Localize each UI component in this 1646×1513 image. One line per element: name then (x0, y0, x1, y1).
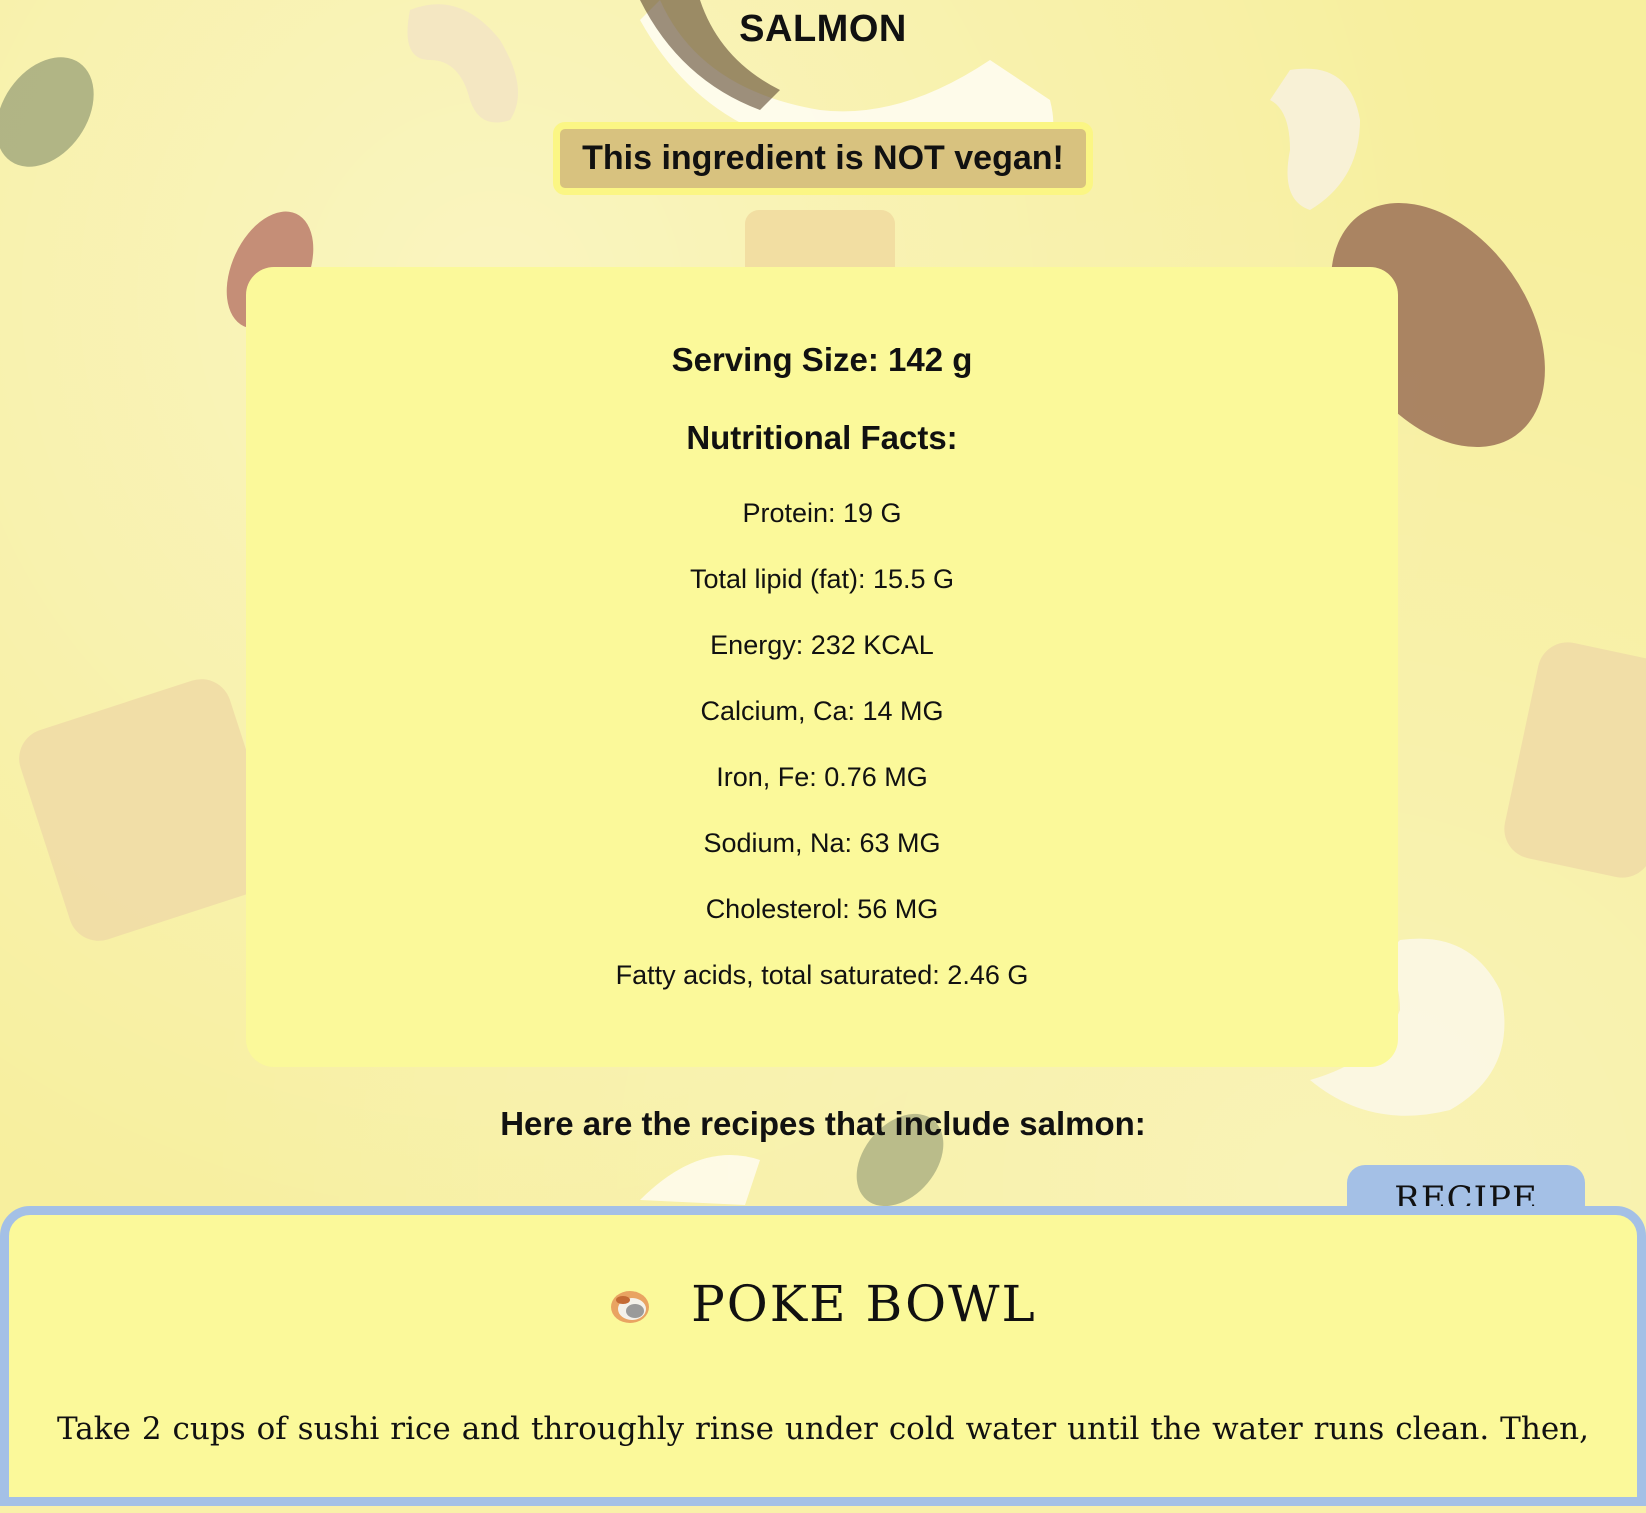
bowl-icon (611, 1291, 650, 1323)
recipes-heading: Here are the recipes that include salmon… (500, 1105, 1146, 1142)
nutrition-card: Serving Size: 142 g Nutritional Facts: P… (246, 267, 1398, 1067)
fact-saturated-fat: Fatty acids, total saturated: 2.46 G (615, 960, 1029, 990)
fact-energy: Energy: 232 KCAL (710, 630, 934, 660)
recipe-title: POKE BOWL (9, 1275, 1637, 1333)
vegan-status-badge: This ingredient is NOT vegan! (553, 122, 1093, 195)
fact-iron: Iron, Fe: 0.76 MG (716, 762, 928, 792)
fact-cholesterol: Cholesterol: 56 MG (705, 894, 939, 924)
recipe-description: Take 2 cups of sushi rice and throughly … (57, 1411, 1589, 1447)
fact-calcium: Calcium, Ca: 14 MG (700, 696, 944, 726)
recipe-title-text: POKE BOWL (691, 1275, 1037, 1333)
nutrition-facts-list: Protein: 19 G Total lipid (fat): 15.5 G … (246, 497, 1398, 1025)
recipe-card[interactable]: POKE BOWL Take 2 cups of sushi rice and … (0, 1206, 1646, 1506)
fact-sodium: Sodium, Na: 63 MG (703, 828, 941, 858)
fact-total-lipid: Total lipid (fat): 15.5 G (689, 564, 955, 594)
nutritional-facts-heading: Nutritional Facts: (686, 419, 958, 456)
page-title: SALMON (739, 8, 907, 50)
fact-protein: Protein: 19 G (742, 498, 902, 528)
serving-size: Serving Size: 142 g (671, 341, 973, 378)
